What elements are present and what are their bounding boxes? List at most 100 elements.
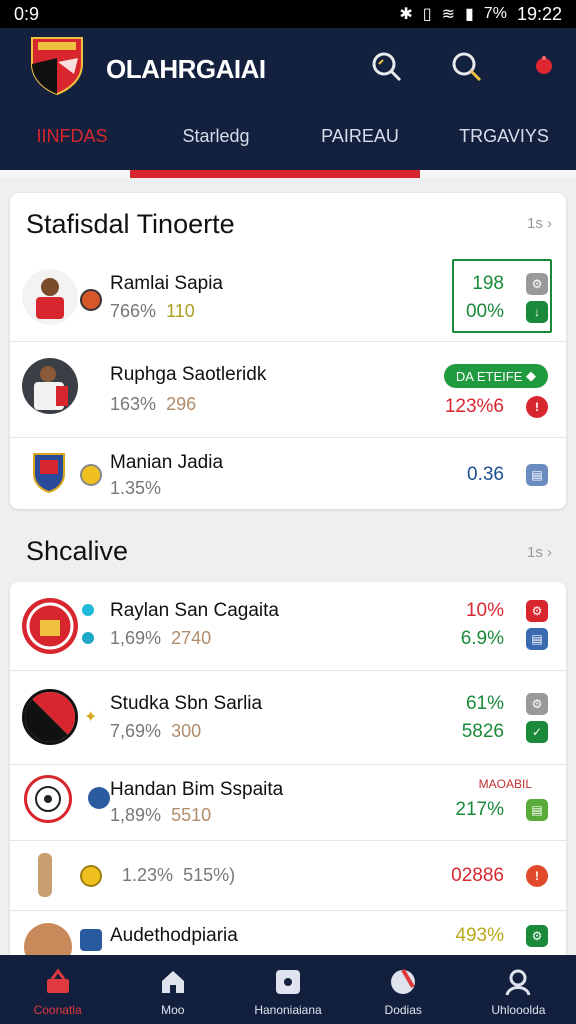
list-item[interactable]: Manian Jadia 1.35% 0.36 ▤	[10, 437, 566, 509]
bottom-nav: Coonatla Moo Hanoniaiana Dodias Uhlooold…	[0, 955, 576, 1024]
card-title: Stafisdal Tinoerte	[26, 209, 235, 239]
signal-icon: ▮	[465, 6, 474, 23]
nav-label: Dodias	[384, 1003, 422, 1017]
player-avatar	[22, 269, 78, 325]
match-stats: 1,69% 2740	[110, 628, 212, 648]
tab-trgaviys[interactable]: TRGAVIYS	[432, 120, 576, 170]
tab-paireau[interactable]: PAIREAU	[288, 120, 432, 170]
value-top: 61%	[465, 693, 504, 714]
app-header: OLAHRGAIAI IINFDAS Starledg PAIREAU TRGA…	[0, 28, 576, 178]
player-name: Manian Jadia	[110, 452, 224, 473]
bluetooth-icon: ✱	[399, 6, 413, 23]
clock: 19:22	[516, 3, 562, 24]
player-stats: 1.35%	[110, 478, 162, 498]
wifi-icon: ≋	[441, 6, 456, 23]
user-icon	[505, 969, 531, 996]
tab-bar: IINFDAS Starledg PAIREAU TRGAVIYS	[0, 120, 576, 170]
dot-icon	[82, 632, 94, 644]
value-top: 10%	[465, 600, 504, 621]
list-item[interactable]: ✦ Studka Sbn Sarlia 7,69% 300 61% ⚙ 5826…	[10, 670, 566, 764]
arrow-down-icon[interactable]: ↓	[526, 301, 548, 323]
notification-icon[interactable]	[526, 48, 562, 84]
basket-icon	[46, 968, 69, 993]
section-title: Shcalive	[26, 536, 129, 566]
search-icon[interactable]	[448, 48, 484, 84]
battery-percent: 7%	[483, 5, 507, 22]
status-bar: 0:9 ✱ ▯ ≋ ▮ 7% 19:22	[0, 0, 576, 28]
club-badge-icon	[88, 787, 110, 809]
chart-icon[interactable]: ▤	[526, 799, 548, 821]
player-name: Ramlai Sapia	[110, 273, 223, 294]
club-badge-icon	[80, 929, 102, 951]
value-bottom: 00%	[465, 301, 504, 322]
gear-icon[interactable]: ⚙	[526, 693, 548, 715]
value-bottom: 5826	[461, 721, 504, 742]
match-name: Audethodpiaria	[110, 925, 238, 946]
match-name: Raylan San Cagaita	[110, 600, 279, 621]
nav-dodias[interactable]: Dodias	[346, 955, 461, 1024]
match-stats: 1,89% 5510	[110, 805, 212, 825]
search-icon[interactable]	[368, 48, 404, 84]
check-icon[interactable]: ✓	[526, 721, 548, 743]
value-bottom: 217%	[455, 799, 504, 820]
club-badge-icon	[80, 289, 102, 311]
gear-icon[interactable]: ⚙	[526, 600, 548, 622]
gear-icon[interactable]: ⚙	[526, 273, 548, 295]
player-avatar	[22, 358, 78, 414]
nav-moo[interactable]: Moo	[115, 955, 230, 1024]
nav-uhlooolda[interactable]: Uhlooolda	[461, 955, 576, 1024]
match-stats: 1.23% 515%)	[122, 865, 236, 885]
see-more-link[interactable]: 1s ›	[527, 215, 552, 232]
tab-starledg[interactable]: Starledg	[144, 120, 288, 170]
gear-icon[interactable]: ⚙	[526, 925, 548, 947]
ball-icon	[391, 968, 416, 994]
home-icon	[161, 971, 184, 993]
player-name: Ruphga Saotleridk	[110, 364, 267, 385]
status-left: 0:9	[14, 3, 40, 24]
club-logo[interactable]	[28, 34, 86, 96]
status-badge[interactable]: DA ETEIFE ◆	[443, 364, 548, 388]
match-label: MAOABIL	[478, 777, 532, 791]
list-item[interactable]: Ruphga Saotleridk 163% 296 DA ETEIFE ◆ 1…	[10, 341, 566, 437]
nav-label: Coonatla	[33, 1003, 82, 1017]
nav-label: Uhlooolda	[491, 1003, 546, 1017]
dot-icon	[82, 604, 94, 616]
list-item[interactable]: Handan Bim Sspaita 1,89% 5510 MAOABIL 21…	[10, 764, 566, 840]
vibrate-icon: ▯	[422, 6, 432, 23]
player-stats: 766% 110	[110, 301, 195, 321]
football-icon	[24, 775, 72, 823]
app-title: OLAHRGAIAI	[106, 54, 266, 84]
value-top: 198	[472, 273, 504, 294]
value-bottom: 6.9%	[460, 628, 504, 649]
nav-label: Moo	[161, 1003, 185, 1017]
match-name: Studka Sbn Sarlia	[110, 693, 263, 714]
value-top: 493%	[455, 925, 504, 946]
club-logo-icon	[22, 598, 78, 654]
match-name: Handan Bim Sspaita	[110, 779, 284, 800]
chart-icon[interactable]: ▤	[526, 464, 548, 486]
nav-label: Hanoniaiana	[254, 1003, 322, 1017]
list-item[interactable]: Ramlai Sapia 766% 110 198 ⚙ 00% ↓	[10, 253, 566, 341]
status-icons: ✱ ▯ ≋ ▮ 7% 19:22	[399, 4, 562, 25]
club-logo-icon	[22, 689, 78, 745]
club-badge-icon	[80, 464, 102, 486]
schedule-card: Raylan San Cagaita 1,69% 2740 10% ⚙ 6.9%…	[10, 582, 566, 962]
see-more-link[interactable]: 1s ›	[527, 544, 552, 561]
list-item[interactable]: Raylan San Cagaita 1,69% 2740 10% ⚙ 6.9%…	[10, 582, 566, 670]
list-item[interactable]: 1.23% 515%) 02886 !	[10, 840, 566, 910]
nav-hanoniaiana[interactable]: Hanoniaiana	[230, 955, 345, 1024]
value-bottom: 123%6	[444, 396, 504, 417]
coin-icon	[80, 865, 102, 887]
chart-icon[interactable]: ▤	[526, 628, 548, 650]
alert-icon[interactable]: !	[526, 865, 548, 887]
value-bottom: 0.36	[467, 464, 504, 485]
club-crest-icon	[32, 452, 66, 494]
player-stats: 163% 296	[110, 394, 197, 414]
nav-coonatla[interactable]: Coonatla	[0, 955, 115, 1024]
stats-card: Stafisdal Tinoerte 1s › Ramlai Sapia 766…	[10, 193, 566, 509]
value-bottom: 02886	[451, 865, 504, 886]
alert-icon[interactable]: !	[526, 396, 548, 418]
tab-indicator	[0, 170, 576, 178]
tab-infdas[interactable]: IINFDAS	[0, 120, 144, 170]
camera-icon	[276, 970, 300, 994]
